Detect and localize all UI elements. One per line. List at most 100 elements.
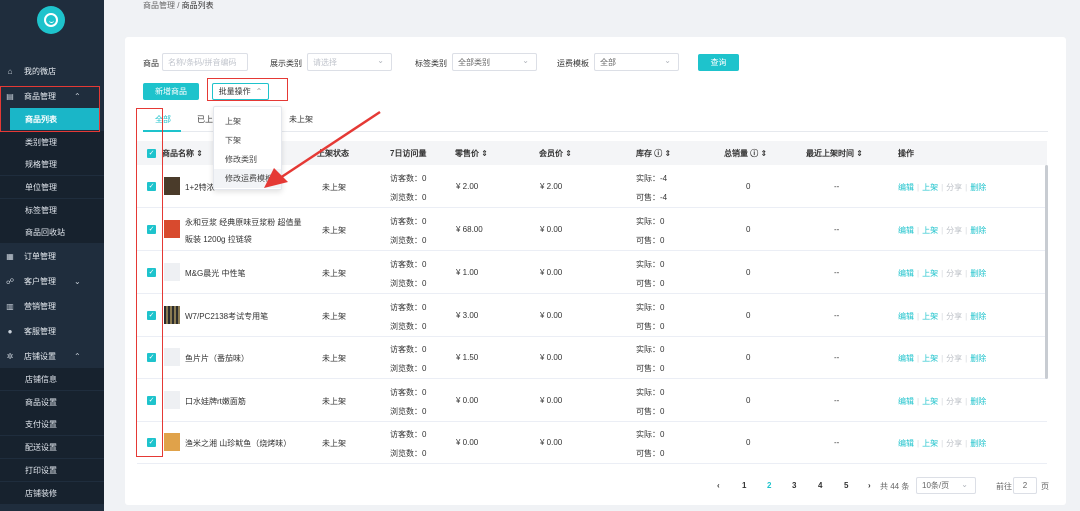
- goods-name-line2: 販装 1200g 拉链袋: [185, 235, 252, 244]
- shelf-link[interactable]: 上架: [922, 269, 938, 278]
- edit-link[interactable]: 编辑: [898, 183, 914, 192]
- nav-orders[interactable]: ▦ 订单管理: [0, 245, 104, 267]
- nav-delivery[interactable]: 配送设置: [0, 436, 104, 458]
- shelf-link[interactable]: 上架: [922, 183, 938, 192]
- shelf-link[interactable]: 上架: [922, 397, 938, 406]
- breadcrumb: 商品管理 / 商品列表: [143, 0, 214, 11]
- edit-link[interactable]: 编辑: [898, 439, 914, 448]
- prev-page-button[interactable]: ‹: [717, 481, 720, 490]
- freight-template-select[interactable]: 全部 ⌄: [594, 53, 679, 71]
- nav-goods-settings[interactable]: 商品设置: [0, 391, 104, 413]
- delete-link[interactable]: 删除: [970, 269, 986, 278]
- annotation-arrow: [264, 110, 381, 188]
- member-price: ¥ 2.00: [540, 182, 563, 191]
- visitor-count: 访客数：0: [390, 217, 427, 226]
- nav-tag[interactable]: 标签管理: [0, 199, 104, 221]
- query-button[interactable]: 查询: [698, 54, 739, 71]
- service-icon: ●: [7, 326, 13, 336]
- page-4[interactable]: 4: [818, 481, 822, 490]
- delete-link[interactable]: 删除: [970, 354, 986, 363]
- edit-link[interactable]: 编辑: [898, 397, 914, 406]
- table-scrollbar[interactable]: [1045, 165, 1048, 379]
- view-count: 浏览数：0: [390, 449, 427, 458]
- nav-recycle[interactable]: 商品回收站: [0, 221, 104, 243]
- goods-search-placeholder: 名称/条码/拼音编码: [168, 57, 237, 67]
- page-2[interactable]: 2: [767, 481, 771, 490]
- nav-decoration[interactable]: 店铺装修: [0, 482, 104, 504]
- share-link[interactable]: 分享: [946, 312, 962, 321]
- share-link[interactable]: 分享: [946, 226, 962, 235]
- share-link[interactable]: 分享: [946, 354, 962, 363]
- next-page-button[interactable]: ›: [868, 481, 871, 490]
- page-5[interactable]: 5: [844, 481, 848, 490]
- nav-spec[interactable]: 规格管理: [0, 153, 104, 175]
- edit-link[interactable]: 编辑: [898, 269, 914, 278]
- status-text: 未上架: [322, 226, 346, 235]
- shelf-link[interactable]: 上架: [922, 354, 938, 363]
- delete-link[interactable]: 删除: [970, 312, 986, 321]
- visitor-count: 访客数：0: [390, 303, 427, 312]
- nav-service[interactable]: ● 客服管理: [0, 320, 104, 342]
- view-count: 浏览数：0: [390, 322, 427, 331]
- separator: |: [965, 183, 968, 192]
- share-link[interactable]: 分享: [946, 439, 962, 448]
- col-stock[interactable]: 库存 ⓘ ⇕: [636, 148, 671, 159]
- separator: |: [941, 397, 944, 406]
- nav-shop-info[interactable]: 店铺信息: [0, 368, 104, 390]
- nav-print[interactable]: 打印设置: [0, 459, 104, 481]
- share-link[interactable]: 分享: [946, 269, 962, 278]
- delete-link[interactable]: 删除: [970, 439, 986, 448]
- total-sold: 0: [746, 353, 751, 362]
- separator: |: [917, 312, 920, 321]
- nav-unit[interactable]: 单位管理: [0, 176, 104, 198]
- col-member-price[interactable]: 会员价 ⇕: [539, 148, 572, 159]
- visitor-count: 访客数：0: [390, 430, 427, 439]
- view-count: 浏览数：0: [390, 407, 427, 416]
- shelf-link[interactable]: 上架: [922, 312, 938, 321]
- nav-shop-settings[interactable]: ✲ 店铺设置 ⌃: [0, 345, 104, 367]
- page-size-select[interactable]: 10条/页 ⌄: [916, 477, 976, 494]
- shelf-link[interactable]: 上架: [922, 226, 938, 235]
- separator: |: [941, 312, 944, 321]
- goods-name[interactable]: 永和豆浆 经典原味豆浆粉 超值量: [185, 217, 301, 228]
- goods-name[interactable]: 口水娃牌rt嫩面筋: [185, 396, 246, 407]
- nav-my-shop[interactable]: ⌂ 我的微店: [0, 60, 104, 82]
- goods-name[interactable]: M&G晨光 中性笔: [185, 268, 245, 279]
- display-category-select[interactable]: 请选择 ⌄: [307, 53, 392, 71]
- delete-link[interactable]: 删除: [970, 226, 986, 235]
- edit-link[interactable]: 编辑: [898, 312, 914, 321]
- chevron-down-icon: ⌄: [522, 56, 529, 65]
- page-1[interactable]: 1: [742, 481, 746, 490]
- col-retail-price[interactable]: 零售价 ⇕: [455, 148, 488, 159]
- share-link[interactable]: 分享: [946, 397, 962, 406]
- goto-unit: 页: [1041, 482, 1049, 491]
- goto-page-input[interactable]: 2: [1013, 477, 1037, 494]
- page-3[interactable]: 3: [792, 481, 796, 490]
- edit-link[interactable]: 编辑: [898, 354, 914, 363]
- goods-name[interactable]: 鱼片片（番茄味）: [185, 353, 249, 364]
- nav-label: 店铺设置: [24, 351, 56, 361]
- total-sold: 0: [746, 268, 751, 277]
- separator: |: [941, 269, 944, 278]
- goods-search-input[interactable]: 名称/条码/拼音编码: [162, 53, 248, 71]
- goods-name[interactable]: W7/PC2138考试专用笔: [185, 311, 268, 322]
- goods-name[interactable]: 渔米之湘 山珍鱿鱼（烧烤味）: [185, 438, 291, 449]
- add-goods-button[interactable]: 新增商品: [143, 83, 199, 100]
- retail-price: ¥ 0.00: [456, 438, 479, 447]
- col-total-sales[interactable]: 总销量 ⓘ ⇕: [724, 148, 767, 159]
- tab-on-shelf[interactable]: 已上: [197, 114, 213, 125]
- nav-customers[interactable]: ☍ 客户管理 ⌄: [0, 270, 104, 292]
- goods-name[interactable]: 1+2特浓: [185, 182, 215, 193]
- nav-marketing[interactable]: ▥ 营销管理: [0, 295, 104, 317]
- delete-link[interactable]: 删除: [970, 183, 986, 192]
- delete-link[interactable]: 删除: [970, 397, 986, 406]
- col-last-shelf-time[interactable]: 最近上架时间 ⇕: [806, 148, 863, 159]
- breadcrumb-parent[interactable]: 商品管理: [143, 1, 175, 10]
- shelf-link[interactable]: 上架: [922, 439, 938, 448]
- nav-category[interactable]: 类别管理: [0, 131, 104, 153]
- edit-link[interactable]: 编辑: [898, 226, 914, 235]
- nav-payment[interactable]: 支付设置: [0, 413, 104, 435]
- tag-category-select[interactable]: 全部类别 ⌄: [452, 53, 537, 71]
- share-link[interactable]: 分享: [946, 183, 962, 192]
- col-goods-name[interactable]: 商品名称 ⇕: [162, 148, 203, 159]
